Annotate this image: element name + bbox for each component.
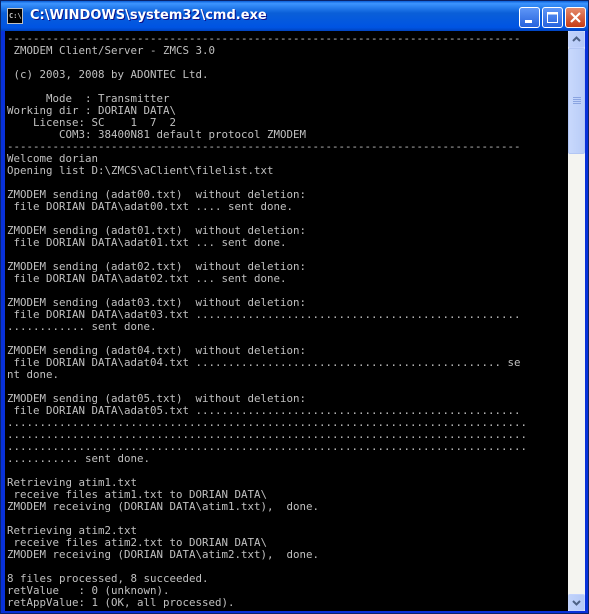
console-line: Opening list D:\ZMCS\aClient\filelist.tx…: [7, 164, 274, 177]
thumb-grip-line: [573, 99, 581, 100]
console-line: nt done.: [7, 368, 60, 381]
console-line: ZMODEM receiving (DORIAN DATA\atim2.txt)…: [7, 548, 320, 561]
console-line: retAppValue: 1 (OK, all processed).: [7, 596, 235, 609]
console-line: file DORIAN DATA\adat02.txt ... sent don…: [7, 272, 287, 285]
window-title: C:\WINDOWS\system32\cmd.exe: [30, 8, 267, 23]
console-line: ............ sent done.: [7, 320, 157, 333]
console-text: ----------------------------------------…: [7, 33, 527, 609]
minimize-icon: [525, 20, 532, 23]
console-output[interactable]: ----------------------------------------…: [5, 31, 568, 611]
thumb-grip-line: [573, 101, 581, 102]
scroll-up-arrow-icon: [572, 36, 581, 42]
console-line: (c) 2003, 2008 by ADONTEC Ltd.: [7, 68, 209, 81]
scroll-down-button[interactable]: [568, 594, 585, 611]
console-line: file DORIAN DATA\adat00.txt .... sent do…: [7, 200, 294, 213]
title-bar[interactable]: C:\ C:\WINDOWS\system32\cmd.exe: [1, 1, 588, 31]
thumb-grip-line: [573, 103, 581, 104]
thumb-grip-line: [573, 97, 581, 98]
console-line: ZMODEM receiving (DORIAN DATA\atim1.txt)…: [7, 500, 320, 513]
console-line: ........... sent done.: [7, 452, 151, 465]
console-line: file DORIAN DATA\adat04.txt ............…: [7, 356, 521, 369]
scroll-thumb[interactable]: [568, 48, 585, 154]
console-line: ZMODEM Client/Server - ZMCS 3.0: [7, 44, 216, 57]
minimize-button[interactable]: [519, 7, 540, 28]
close-icon: [570, 12, 581, 23]
cmd-app-icon[interactable]: C:\: [7, 8, 23, 24]
close-button[interactable]: [565, 7, 586, 28]
maximize-button[interactable]: [542, 7, 563, 28]
scroll-down-arrow-icon: [572, 600, 581, 606]
console-line: file DORIAN DATA\adat01.txt ... sent don…: [7, 236, 287, 249]
console-window: C:\ C:\WINDOWS\system32\cmd.exe --------…: [0, 0, 589, 614]
vertical-scrollbar[interactable]: [568, 31, 585, 611]
scroll-up-button[interactable]: [568, 31, 585, 48]
maximize-icon: [547, 12, 558, 23]
